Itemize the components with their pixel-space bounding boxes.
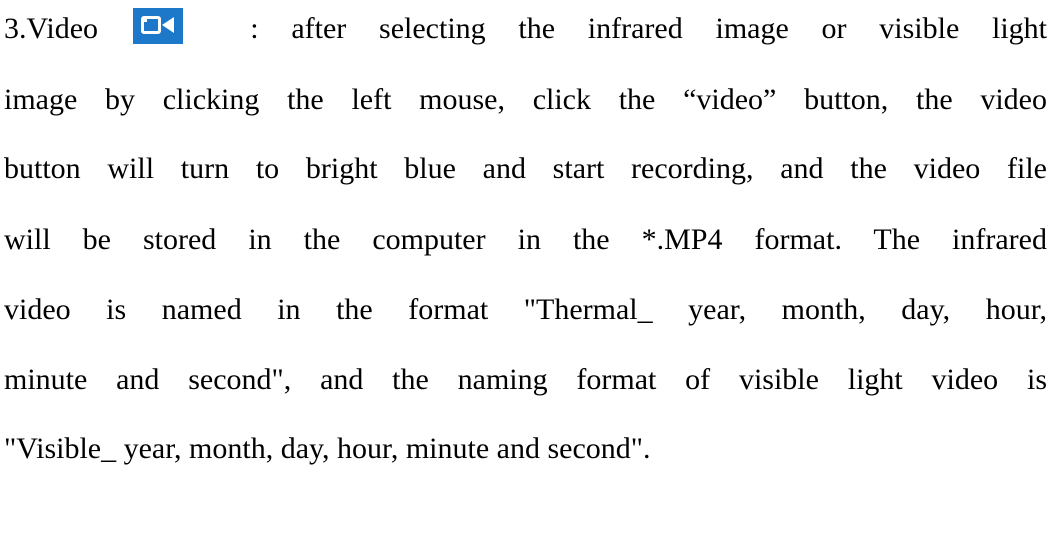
- paragraph-line-7: "Visible_ year, month, day, hour, minute…: [4, 432, 651, 465]
- paragraph-line-5: video is named in the format "Thermal_ y…: [4, 293, 1047, 326]
- line-1-text: : after selecting the infrared image or …: [250, 12, 1048, 45]
- paragraph-line-2: image by clicking the left mouse, click …: [4, 83, 1047, 116]
- section-label: 3.Video: [4, 12, 99, 45]
- paragraph-line-1: 3.Video : after selecting the infrared i…: [4, 8, 1047, 47]
- paragraph-line-6: minute and second", and the naming forma…: [4, 363, 1047, 396]
- document-page: 3.Video : after selecting the infrared i…: [0, 0, 1055, 547]
- paragraph-line-3: button will turn to bright blue and star…: [4, 152, 1047, 185]
- video-camera-icon: [132, 8, 183, 44]
- paragraph-line-4: will be stored in the computer in the *.…: [4, 223, 1047, 256]
